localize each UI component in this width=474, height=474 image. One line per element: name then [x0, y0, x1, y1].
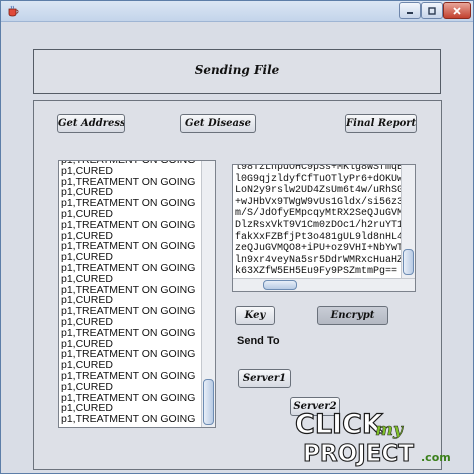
server1-button[interactable]: Server1 — [238, 369, 291, 388]
app-cup-icon — [7, 5, 19, 17]
list-item[interactable]: p1,TREATMENT ON GOING — [61, 219, 201, 231]
logo-text-click: CLICK — [295, 409, 384, 440]
encrypted-text-content: l98TzLhpdOHC9pSs+MKlg8wSfmqEgAdp l0G9qjzl… — [235, 164, 416, 278]
maximize-icon — [422, 6, 442, 16]
close-button[interactable] — [443, 2, 471, 19]
text-line: +wJHbVx9TWgW9vUs1Gldx/si56z3FETX — [235, 196, 416, 208]
list-item[interactable]: p1,TREATMENT ON GOING — [61, 327, 201, 339]
title-bar[interactable] — [1, 1, 473, 22]
list-item[interactable]: p1,TREATMENT ON GOING — [61, 414, 201, 425]
logo-text-project: PROJECT — [303, 441, 414, 467]
minimize-icon — [400, 6, 420, 16]
records-list-scroll-thumb[interactable] — [203, 379, 214, 425]
text-line: zeQJuGVMQO8+iPU+oz9VHI+NbYwT2rllQ2 — [235, 243, 415, 255]
encrypted-text-hscrollbar[interactable] — [233, 278, 415, 291]
text-line: m/S/JdOfyEMpcqyMtRX2SeQJuGVMQO — [235, 208, 416, 220]
encrypted-text-area[interactable]: l98TzLhpdOHC9pSs+MKlg8wSfmqEgAdp l0G9qjzl… — [232, 164, 416, 292]
encrypted-text-vscrollbar[interactable] — [401, 165, 415, 280]
encrypt-button[interactable]: Encrypt — [317, 306, 388, 325]
app-window: Sending File Get Address Get Disease Fin… — [0, 0, 474, 474]
logo-text-my: my — [375, 420, 404, 440]
text-line: DlzRsxVkT9V1Cm0zDOc1/h2ruYT1/h — [235, 219, 416, 231]
text-line: LoN2y9rslw2UD4ZsUm6t4w/uRhSGGnSZ98 — [235, 185, 415, 197]
records-list-scrollbar[interactable] — [201, 161, 215, 427]
text-line: l0G9qjzldyfCfTuOTlyPr6+dOKUwpn+UHhV — [235, 173, 415, 185]
get-address-button[interactable]: Get Address — [57, 114, 125, 133]
page-title: Sending File — [194, 63, 280, 77]
final-report-button[interactable]: Final Report — [345, 114, 417, 133]
logo-text-domain: .com — [421, 451, 451, 464]
key-button[interactable]: Key — [235, 306, 275, 325]
list-item[interactable]: p1,CURED — [61, 381, 201, 393]
text-line: l98TzLhpdOHC9pSs+MKlg8wSfmqEgAdp — [235, 164, 416, 173]
send-to-label: Send To — [237, 335, 280, 347]
encrypted-text-hscroll-thumb[interactable] — [263, 280, 297, 290]
header-panel: Sending File — [33, 49, 441, 94]
text-line: k63XZfW5EH5Eu9Fy9PSZmtmPg== — [235, 266, 398, 278]
maximize-button[interactable] — [421, 2, 443, 19]
text-line: ln9xr4veyNa5sr5DdrWMRxcHuaHZ8FK — [235, 254, 416, 266]
list-item[interactable]: p1,CURED — [61, 273, 201, 285]
list-item[interactable]: p1,CURED — [61, 165, 201, 177]
clickmyproject-logo: CLICK my PROJECT .com — [291, 405, 463, 467]
records-list-content: p1,TREATMENT ON GOING p1,CURED p1,TREATMEN… — [61, 161, 201, 425]
text-line: fakXxFZBfjPt3o481gUL9ld8nHL4MeUbhM — [235, 231, 415, 243]
get-disease-button[interactable]: Get Disease — [180, 114, 256, 133]
minimize-button[interactable] — [399, 2, 421, 19]
encrypted-text-vscroll-thumb[interactable] — [403, 249, 414, 275]
records-list[interactable]: p1,TREATMENT ON GOING p1,CURED p1,TREATMEN… — [58, 160, 216, 428]
close-icon — [444, 6, 470, 16]
